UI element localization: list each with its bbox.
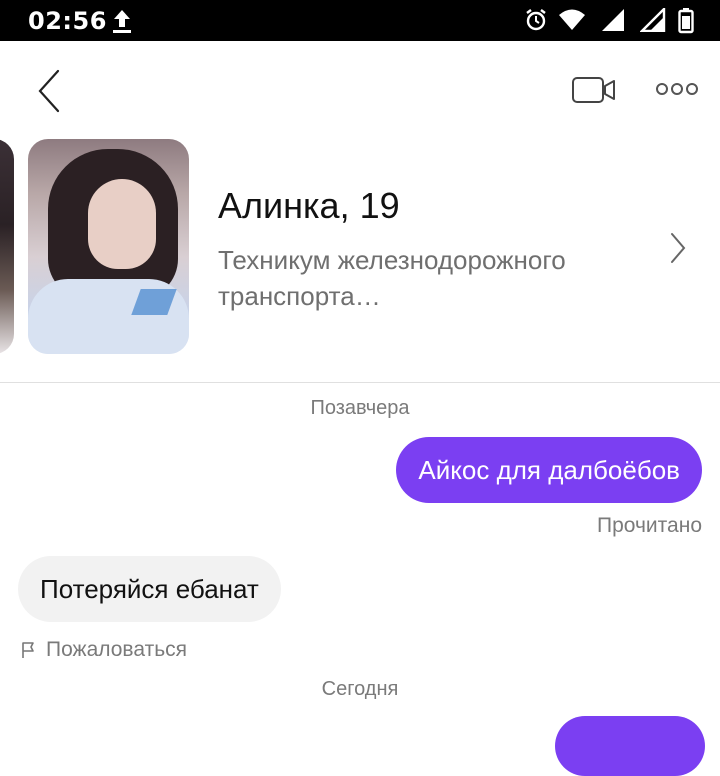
report-button[interactable]: Пожаловаться bbox=[20, 638, 187, 662]
chat-header bbox=[0, 41, 720, 137]
upload-icon bbox=[112, 8, 132, 39]
alarm-icon bbox=[524, 8, 548, 37]
status-bar: 02:56 bbox=[0, 0, 720, 41]
back-chevron-icon bbox=[38, 69, 60, 113]
report-label: Пожаловаться bbox=[46, 638, 188, 661]
wifi-icon bbox=[558, 8, 586, 37]
more-icon bbox=[656, 83, 698, 95]
clock-time: 02:56 bbox=[28, 7, 107, 35]
divider bbox=[0, 382, 720, 383]
profile-photo-previous[interactable] bbox=[0, 139, 14, 354]
back-button[interactable] bbox=[30, 67, 70, 115]
open-profile-button[interactable] bbox=[668, 231, 688, 265]
signal-icon bbox=[600, 8, 626, 37]
profile-photo[interactable] bbox=[28, 139, 189, 354]
flag-icon bbox=[22, 642, 34, 658]
profile-description[interactable]: Техникум железнодорожного транспорта… bbox=[218, 242, 628, 314]
profile-name[interactable]: Алинка, 19 bbox=[218, 185, 400, 227]
date-separator: Позавчера bbox=[310, 397, 410, 419]
video-call-icon bbox=[572, 77, 615, 103]
chevron-right-icon bbox=[671, 233, 686, 263]
outgoing-message[interactable]: Айкос для далбоёбов bbox=[396, 437, 702, 503]
video-call-button[interactable] bbox=[570, 75, 618, 105]
date-separator: Сегодня bbox=[321, 678, 399, 700]
signal-icon bbox=[639, 6, 666, 37]
incoming-message[interactable]: Потеряйся ебанат bbox=[18, 556, 281, 622]
outgoing-message[interactable] bbox=[555, 716, 705, 776]
battery-icon bbox=[678, 8, 694, 39]
more-options-button[interactable] bbox=[655, 79, 699, 99]
read-status: Прочитано bbox=[597, 514, 702, 537]
